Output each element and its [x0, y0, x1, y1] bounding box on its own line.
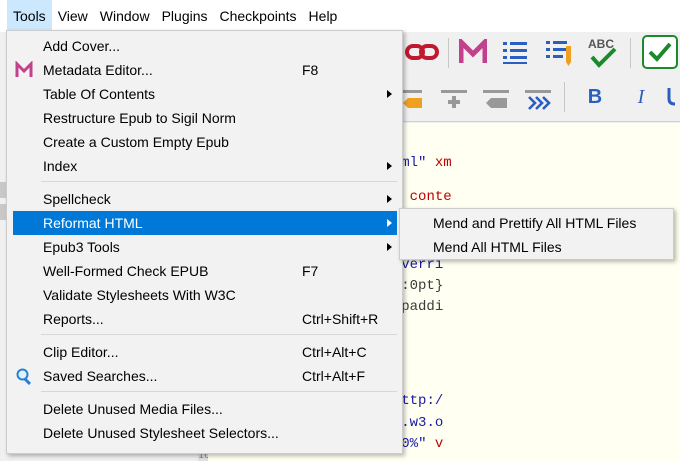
- menu-item-add-cover[interactable]: Add Cover...: [13, 34, 397, 58]
- menu-item-label: Table Of Contents: [43, 86, 156, 102]
- menu-item-label: Create a Custom Empty Epub: [43, 134, 229, 150]
- menu-item-label: Delete Unused Media Files...: [43, 401, 223, 417]
- menu-checkpoints[interactable]: Checkpoints: [214, 0, 303, 32]
- submenu-arrow-icon: [386, 159, 394, 173]
- menu-item-shortcut: F8: [302, 62, 319, 78]
- menu-item-label: Delete Unused Stylesheet Selectors...: [43, 425, 279, 441]
- menu-item-label: Validate Stylesheets With W3C: [43, 287, 236, 303]
- code-token: xm: [426, 155, 452, 171]
- menu-item-reports[interactable]: Reports... Ctrl+Shift+R: [13, 307, 397, 331]
- menu-item-well-formed-check-epub[interactable]: Well-Formed Check EPUB F7: [13, 259, 397, 283]
- menu-window[interactable]: Window: [94, 0, 156, 32]
- menu-plugins[interactable]: Plugins: [156, 0, 214, 32]
- menu-item-index[interactable]: Index: [13, 154, 397, 178]
- menu-item-delete-unused-stylesheet-selectors[interactable]: Delete Unused Stylesheet Selectors...: [13, 421, 397, 445]
- menu-item-table-of-contents[interactable]: Table Of Contents: [13, 82, 397, 106]
- menu-separator: [41, 181, 397, 182]
- code-token: v: [426, 436, 444, 452]
- metadata-m-icon: [15, 60, 33, 79]
- toolbar-separator: [448, 38, 449, 68]
- code-token: conte: [401, 189, 452, 205]
- menu-item-restructure-epub-to-sigil-norm[interactable]: Restructure Epub to Sigil Norm: [13, 106, 397, 130]
- menu-item-shortcut: Ctrl+Alt+C: [302, 344, 367, 360]
- submenu-arrow-icon: [386, 240, 394, 254]
- menu-item-shortcut: F7: [302, 263, 319, 279]
- submenu-item-label: Mend and Prettify All HTML Files: [433, 215, 637, 231]
- menu-item-label: Index: [43, 158, 78, 174]
- menu-item-validate-stylesheets-with-w3c[interactable]: Validate Stylesheets With W3C: [13, 283, 397, 307]
- menu-item-reformat-html[interactable]: Reformat HTML: [13, 211, 397, 235]
- add-existing-icon[interactable]: [440, 82, 468, 112]
- menu-separator: [41, 334, 397, 335]
- italic-icon[interactable]: I: [630, 84, 652, 110]
- underline-icon[interactable]: [666, 84, 680, 110]
- menu-item-delete-unused-media-files[interactable]: Delete Unused Media Files...: [13, 397, 397, 421]
- menu-item-label: Reformat HTML: [43, 215, 143, 231]
- menu-item-label: Clip Editor...: [43, 344, 119, 360]
- menu-item-create-a-custom-empty-epub[interactable]: Create a Custom Empty Epub: [13, 130, 397, 154]
- table-of-contents-icon[interactable]: [500, 36, 530, 68]
- toolbar-row-1: ABC: [400, 32, 680, 72]
- toolbar-separator: [630, 38, 631, 68]
- metadata-editor-icon[interactable]: [458, 36, 488, 68]
- menu-item-label: Reports...: [43, 311, 104, 327]
- submenu-item-mend-and-prettify-all-html-files[interactable]: Mend and Prettify All HTML Files: [403, 211, 671, 235]
- bold-icon[interactable]: B: [584, 84, 606, 110]
- spellcheck-icon[interactable]: ABC: [586, 34, 620, 70]
- submenu-arrow-icon: [386, 192, 394, 206]
- menu-item-metadata-editor[interactable]: Metadata Editor... F8: [13, 58, 397, 82]
- menu-item-shortcut: Ctrl+Alt+F: [302, 368, 366, 384]
- menubar: Tools View Window Plugins Checkpoints Help: [0, 0, 680, 32]
- menu-item-saved-searches[interactable]: Saved Searches... Ctrl+Alt+F: [13, 364, 397, 388]
- submenu-item-label: Mend All HTML Files: [433, 239, 562, 255]
- reformat-html-submenu: Mend and Prettify All HTML Files Mend All…: [399, 208, 674, 260]
- edit-toc-icon[interactable]: [544, 36, 574, 68]
- menu-item-clip-editor[interactable]: Clip Editor... Ctrl+Alt+C: [13, 340, 397, 364]
- menu-help[interactable]: Help: [303, 0, 344, 32]
- submenu-item-mend-all-html-files[interactable]: Mend All HTML Files: [403, 235, 671, 259]
- remove-tag-icon[interactable]: [482, 82, 510, 112]
- toolbar-row-2: B I: [400, 72, 680, 122]
- tools-menu: Add Cover... Metadata Editor... F8 Table Of…: [6, 30, 403, 454]
- insert-text-arrow-icon[interactable]: [402, 82, 424, 112]
- next-arrows-icon[interactable]: [524, 82, 552, 112]
- menu-item-label: Metadata Editor...: [43, 62, 153, 78]
- insert-link-icon[interactable]: [404, 38, 440, 66]
- menu-item-epub3-tools[interactable]: Epub3 Tools: [13, 235, 397, 259]
- toolbar-separator: [564, 82, 565, 112]
- menu-item-label: Saved Searches...: [43, 368, 158, 384]
- menu-item-shortcut: Ctrl+Shift+R: [302, 311, 379, 327]
- menu-item-label: Add Cover...: [43, 38, 121, 54]
- menu-item-label: Spellcheck: [43, 191, 111, 207]
- menu-item-label: Epub3 Tools: [43, 239, 120, 255]
- menu-item-label: Well-Formed Check EPUB: [43, 263, 209, 279]
- menu-item-label: Restructure Epub to Sigil Norm: [43, 110, 236, 126]
- abc-label: ABC: [588, 37, 614, 51]
- well-formed-check-icon[interactable]: [642, 35, 678, 69]
- menu-item-spellcheck[interactable]: Spellcheck: [13, 187, 397, 211]
- menu-view[interactable]: View: [52, 0, 94, 32]
- menu-separator: [41, 391, 397, 392]
- submenu-arrow-icon: [386, 216, 394, 230]
- submenu-arrow-icon: [386, 87, 394, 101]
- menu-tools[interactable]: Tools: [7, 0, 52, 32]
- saved-search-icon: [15, 367, 33, 386]
